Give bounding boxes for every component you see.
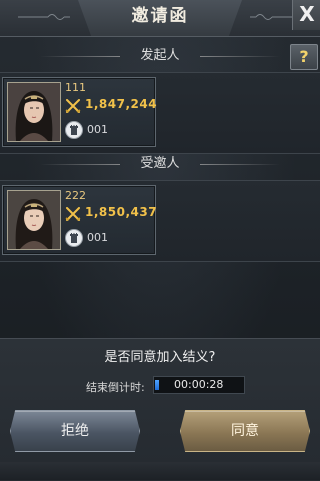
invitee-avatar [7, 190, 61, 250]
initiator-power: 1,847,244 [85, 97, 158, 111]
countdown-bar: 00:00:28 [153, 376, 245, 394]
initiator-server: 001 [87, 123, 108, 136]
invitee-server: 001 [87, 231, 108, 244]
countdown-value: 00:00:28 [174, 378, 224, 391]
ornament-left-icon [18, 14, 70, 20]
header-divider-left [40, 56, 120, 57]
initiator-name: 111 [65, 81, 86, 94]
countdown-fill [155, 380, 159, 390]
agree-button[interactable]: 同意 [180, 410, 310, 452]
invitee-header-label: 受邀人 [140, 156, 180, 171]
initiator-header: 发起人 [0, 42, 320, 70]
close-button[interactable]: X [292, 0, 320, 30]
invitee-name: 222 [65, 189, 86, 202]
help-button[interactable]: ? [290, 44, 318, 70]
title-bar: 邀请函 X [0, 0, 320, 37]
header-divider-left [40, 164, 120, 165]
tower-icon [65, 229, 83, 247]
reject-button[interactable]: 拒绝 [10, 410, 140, 452]
countdown-label: 结束倒计时: [86, 381, 145, 394]
initiator-avatar [7, 82, 61, 142]
initiator-header-label: 发起人 [140, 48, 180, 63]
invitee-power: 1,850,437 [85, 205, 158, 219]
invitee-header: 受邀人 [0, 150, 320, 178]
dialog-title: 邀请函 [131, 6, 189, 26]
join-question: 是否同意加入结义? [104, 350, 216, 365]
portrait-female-icon [8, 191, 60, 249]
tower-icon [65, 121, 83, 139]
portrait-female-icon [8, 83, 60, 141]
invitee-card[interactable]: 222 1,850,437 001 [2, 185, 158, 255]
initiator-card[interactable]: 111 1,847,244 001 [2, 77, 158, 147]
header-divider-right [200, 164, 280, 165]
crossed-swords-icon [65, 99, 81, 113]
header-divider-right [200, 56, 280, 57]
crossed-swords-icon [65, 207, 81, 221]
bottom-strip [0, 462, 320, 480]
